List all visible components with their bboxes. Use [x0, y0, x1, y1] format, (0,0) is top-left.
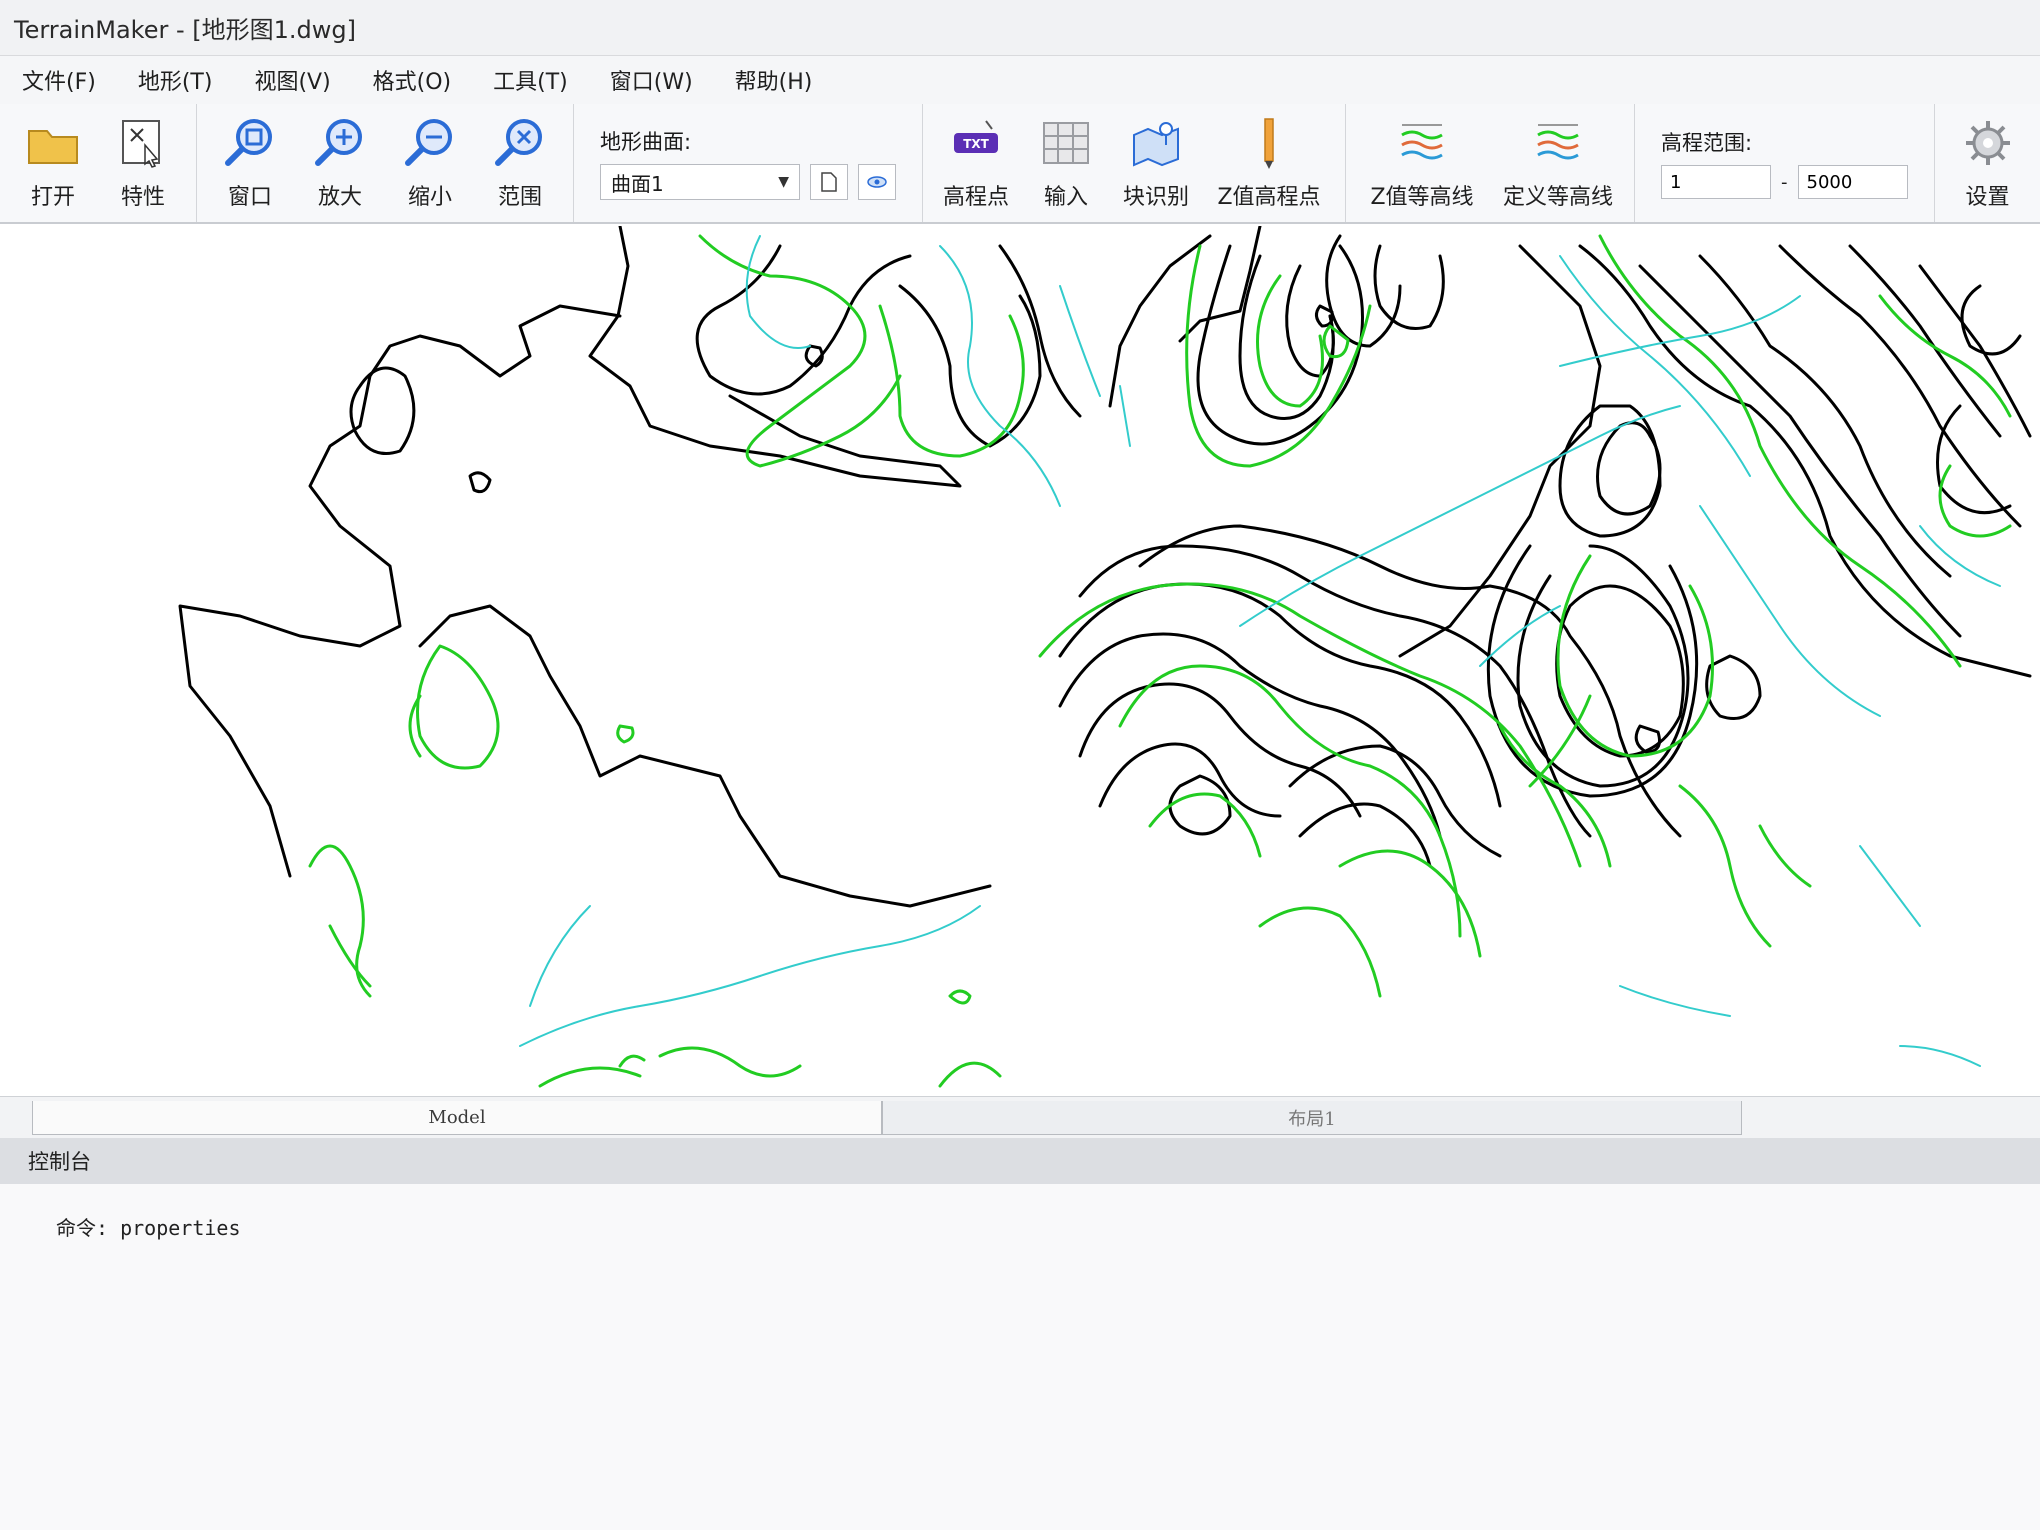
define-contours-label: 定义等高线	[1502, 185, 1613, 210]
settings-label: 设置	[1965, 185, 2010, 210]
z-elevation-points-label: Z值高程点	[1217, 185, 1321, 210]
elevation-group: TXT 高程点 输入 块识别 Z值高程点	[923, 104, 1346, 222]
zoom-out-icon	[405, 119, 452, 166]
zoom-in-icon	[315, 119, 362, 166]
console-header: 控制台	[0, 1138, 2040, 1184]
open-button[interactable]: 打开	[8, 104, 98, 222]
console-panel[interactable]: 命令: properties	[0, 1184, 2040, 1530]
surface-caption: 地形曲面:	[600, 130, 692, 154]
zoom-window-icon	[225, 119, 272, 166]
tab-layout1[interactable]: 布局1	[882, 1101, 1742, 1135]
map-pin-icon	[1133, 122, 1179, 167]
menu-window[interactable]: 窗口(W)	[596, 58, 707, 102]
import-label: 输入	[1043, 185, 1088, 210]
console-command-line: 命令: properties	[56, 1216, 241, 1240]
block-recognize-label: 块识别	[1122, 185, 1189, 210]
new-document-icon	[821, 172, 837, 192]
properties-button[interactable]: 特性	[98, 104, 188, 222]
settings-group: 设置	[1935, 104, 2040, 222]
zoom-in-label: 放大	[317, 185, 362, 210]
tab-model[interactable]: Model	[32, 1101, 882, 1135]
zoom-window-label: 窗口	[227, 185, 272, 210]
contour-map	[178, 226, 2032, 1088]
tab-layout1-label: 布局1	[1288, 1108, 1336, 1130]
surface-value: 曲面1	[611, 171, 664, 196]
console-title: 控制台	[28, 1150, 91, 1174]
chevron-down-icon: ▼	[778, 174, 789, 190]
elevation-points-label: 高程点	[942, 185, 1009, 210]
window-title: TerrainMaker - [地形图1.dwg]	[14, 16, 356, 44]
menu-view[interactable]: 视图(V)	[240, 58, 344, 102]
surface-group: 地形曲面: 曲面1 ▼	[574, 104, 923, 222]
zoom-group: 窗口 放大 缩小 范围	[197, 104, 574, 222]
txt-badge: TXT	[963, 137, 989, 151]
z-contours-button[interactable]: Z值等高线	[1354, 104, 1490, 222]
import-button[interactable]: 输入	[1021, 104, 1111, 222]
terrain-boundary	[178, 226, 2032, 908]
file-group: 打开 特性	[0, 104, 197, 222]
new-surface-button[interactable]	[810, 164, 848, 200]
zoom-window-button[interactable]: 窗口	[205, 104, 295, 222]
properties-label: 特性	[120, 185, 165, 210]
menu-bar: 文件(F) 地形(T) 视图(V) 格式(O) 工具(T) 窗口(W) 帮助(H…	[0, 56, 2040, 104]
ribbon-toolbar: 打开 特性 窗口 放大 缩小 范围 地形曲面: 曲面1 ▼ TXT 高程点 输入…	[0, 104, 2040, 224]
layout-tabs: Model 布局1	[0, 1096, 2040, 1138]
contour-define-icon	[1537, 124, 1579, 160]
eye-icon	[867, 176, 887, 188]
settings-button[interactable]: 设置	[1943, 104, 2033, 222]
contour-lines-icon	[1401, 124, 1443, 160]
properties-icon	[122, 120, 160, 168]
zoom-out-button[interactable]: 缩小	[385, 104, 475, 222]
range-dash: -	[1781, 171, 1788, 193]
contour-group: Z值等高线 定义等高线	[1346, 104, 1635, 222]
menu-help[interactable]: 帮助(H)	[721, 58, 827, 102]
range-group: 高程范围: -	[1635, 104, 1935, 222]
open-label: 打开	[30, 185, 75, 210]
z-contours-label: Z值等高线	[1370, 185, 1474, 210]
title-bar: TerrainMaker - [地形图1.dwg]	[0, 0, 2040, 56]
z-elevation-points-button[interactable]: Z值高程点	[1201, 104, 1337, 222]
menu-file[interactable]: 文件(F)	[8, 58, 110, 102]
block-recognize-button[interactable]: 块识别	[1111, 104, 1201, 222]
elevation-points-button[interactable]: TXT 高程点	[931, 104, 1021, 222]
menu-format[interactable]: 格式(O)	[359, 58, 465, 102]
zoom-out-label: 缩小	[407, 185, 452, 210]
zoom-extent-label: 范围	[497, 185, 542, 210]
menu-tools[interactable]: 工具(T)	[479, 58, 582, 102]
zoom-extent-icon	[495, 119, 542, 166]
range-max-input[interactable]	[1797, 165, 1908, 199]
zoom-in-button[interactable]: 放大	[295, 104, 385, 222]
folder-icon	[28, 130, 78, 164]
tab-model-label: Model	[428, 1107, 486, 1128]
menu-terrain[interactable]: 地形(T)	[124, 58, 227, 102]
grid-table-icon	[1043, 122, 1089, 164]
view-surface-button[interactable]	[858, 164, 896, 200]
range-min-input[interactable]	[1661, 165, 1771, 199]
green-contours	[308, 234, 2012, 1088]
define-contours-button[interactable]: 定义等高线	[1490, 104, 1626, 222]
pencil-icon	[1264, 118, 1274, 169]
surface-select[interactable]: 曲面1 ▼	[600, 164, 800, 200]
txt-file-icon: TXT	[954, 120, 998, 153]
zoom-extent-button[interactable]: 范围	[475, 104, 565, 222]
range-caption: 高程范围:	[1661, 131, 1753, 155]
drawing-canvas[interactable]	[0, 226, 2040, 1096]
gear-icon	[1965, 121, 2010, 165]
